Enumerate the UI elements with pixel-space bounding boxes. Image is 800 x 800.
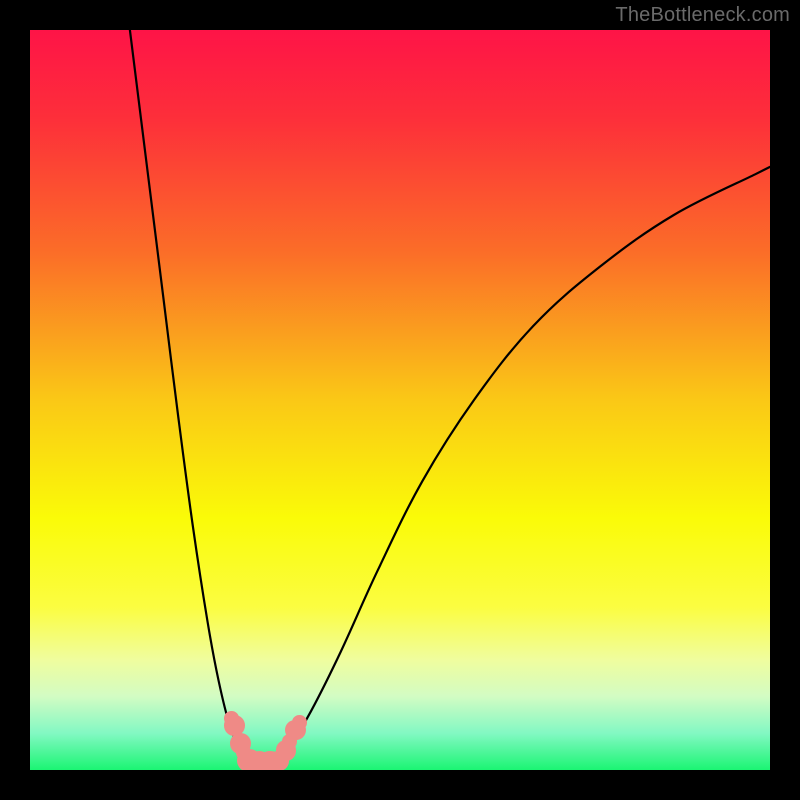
plot-area	[30, 30, 770, 770]
bottleneck-curve	[30, 30, 770, 770]
chart-frame: TheBottleneck.com	[0, 0, 800, 800]
data-marker	[292, 715, 307, 730]
watermark-text: TheBottleneck.com	[615, 4, 790, 27]
